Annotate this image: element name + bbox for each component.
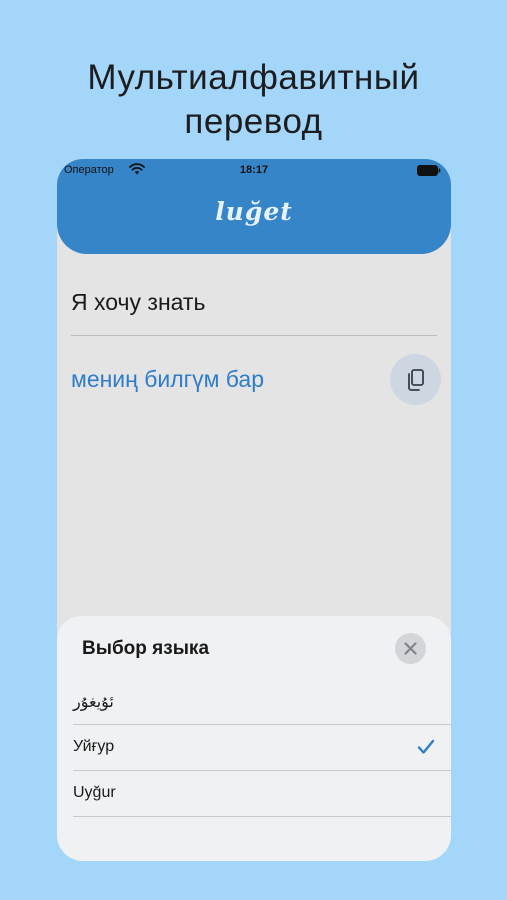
source-text[interactable]: Я хочу знать (71, 289, 205, 316)
language-option-label: Uyğur (73, 784, 116, 801)
promo-title: Мультиалфавитный перевод (0, 56, 507, 144)
app-header: Оператор 18:17 luğet (57, 159, 451, 254)
language-sheet: Выбор языка ئۇيغۇر Уйғур Uyğur (57, 616, 451, 861)
close-button[interactable] (395, 633, 426, 664)
language-option-label: Уйғур (73, 738, 115, 755)
copy-button[interactable] (390, 354, 441, 405)
status-bar: Оператор 18:17 (57, 159, 451, 181)
app-logo: luğet (215, 197, 293, 226)
promo-title-line2: перевод (184, 102, 323, 141)
phone-screen: Оператор 18:17 luğet Я хочу знать мениң … (57, 159, 451, 861)
language-option-arabic-script[interactable]: ئۇيغۇر (73, 679, 451, 725)
copy-icon (408, 369, 424, 391)
language-option-latin[interactable]: Uyğur (73, 771, 451, 817)
close-icon (404, 642, 417, 655)
status-time: 18:17 (239, 164, 269, 176)
translated-text: мениң билгүм бар (71, 366, 265, 392)
language-option-label: ئۇيغۇر (73, 694, 114, 711)
checkmark-icon (417, 739, 435, 754)
battery-icon (417, 165, 441, 176)
language-option-cyrillic[interactable]: Уйғур (73, 725, 451, 771)
sheet-title: Выбор языка (82, 638, 210, 659)
promo-title-line1: Мультиалфавитный (87, 58, 420, 97)
divider (71, 335, 437, 336)
